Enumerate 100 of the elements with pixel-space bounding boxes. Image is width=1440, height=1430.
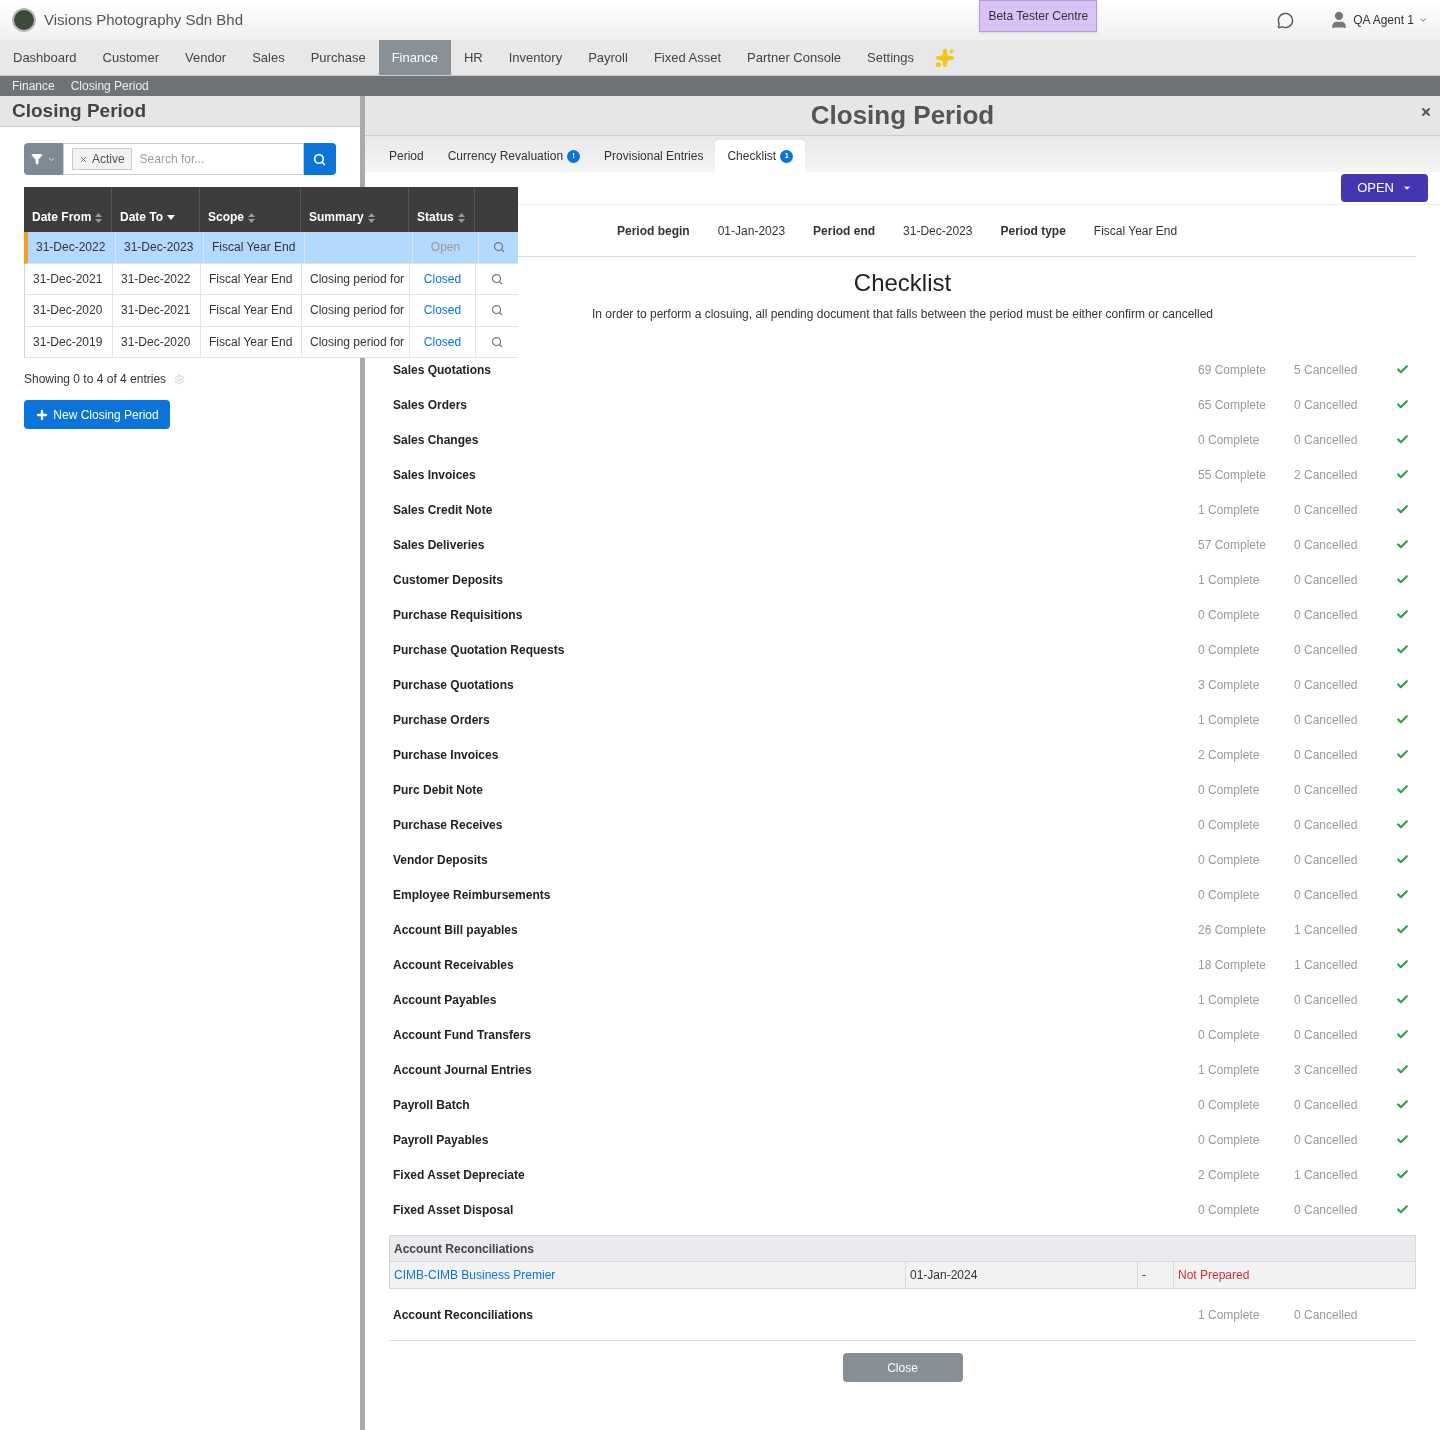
nav-tab[interactable]: Fixed Asset [640,40,735,75]
checklist-item-name: Purchase Orders [393,711,491,729]
nav-tab[interactable]: HR [450,40,496,75]
tab[interactable]: Checklist 1 [715,140,806,172]
chat-icon[interactable] [1277,11,1295,29]
complete-count: 0 Complete [1198,781,1261,799]
cancelled-count: 0 Cancelled [1294,606,1359,624]
checklist-item-name: Purchase Requisitions [393,606,524,624]
filter-chip[interactable]: Active [71,148,132,170]
search-field[interactable]: Active Search for... [62,143,304,175]
complete-count: 3 Complete [1198,676,1261,694]
complete-count: 69 Complete [1198,361,1268,379]
table-cell-text: Closing period for [310,302,405,320]
table-cell-text: Closing period for [310,270,405,288]
account-link[interactable]: CIMB-CIMB Business Premier [394,1266,556,1284]
tab[interactable]: Provisional Entries [592,140,716,172]
remove-icon[interactable] [78,154,88,164]
caret-icon [1402,183,1412,193]
table-cell-text: 31-Dec-2021 [33,270,103,288]
nav-tab[interactable]: Vendor [171,40,240,75]
page-title: Closing Period [0,96,360,127]
checklist-item-name: Purc Debit Note [393,781,484,799]
view-icon[interactable] [491,304,503,317]
cancelled-count: 0 Cancelled [1294,1096,1359,1114]
table-cell-text: 31-Dec-2022 [121,270,191,288]
nav-tab[interactable]: Dashboard [0,40,90,75]
cancelled-count: 1 Cancelled [1294,956,1359,974]
checklist-item-name: Purchase Invoices [393,746,500,764]
checklist-item-name: Purchase Quotation Requests [393,641,566,659]
cancelled-count: 0 Cancelled [1294,396,1359,414]
complete-count: 18 Complete [1198,956,1268,974]
checklist-item-name: Sales Quotations [393,361,493,379]
checklist-item-name: Payroll Payables [393,1131,490,1149]
search-button[interactable] [303,143,336,175]
beta-tester-button[interactable]: Beta Tester Centre [979,0,1098,32]
checklist-item-name: Vendor Deposits [393,851,489,869]
close-icon[interactable] [1420,106,1432,118]
checklist-item-name: Purchase Quotations [393,676,515,694]
period-label: Period begin [617,222,690,240]
new-closing-period-button[interactable]: New Closing Period [24,400,170,429]
complete-count: 1 Complete [1198,1306,1261,1324]
complete-count: 1 Complete [1198,571,1261,589]
complete-count: 0 Complete [1198,1026,1261,1044]
cancelled-count: 0 Cancelled [1294,501,1359,519]
table-cell-text: 31-Dec-2023 [124,239,194,257]
user-name[interactable]: QA Agent 1 [1353,11,1414,29]
checklist-item-name: Sales Orders [393,396,469,414]
cancelled-count: 0 Cancelled [1294,1131,1359,1149]
period-value: Fiscal Year End [1093,222,1178,240]
checklist-item-name: Account Fund Transfers [393,1026,533,1044]
status-text: Closed [423,302,462,320]
checklist-item-name: Sales Credit Note [393,501,494,519]
nav-tab[interactable]: Purchase [297,40,379,75]
period-label: Period type [1000,222,1066,240]
nav-tab[interactable]: Customer [89,40,172,75]
company-logo[interactable] [12,8,36,32]
breadcrumb-link[interactable]: Finance [12,77,55,95]
nav-tab[interactable]: Inventory [495,40,576,75]
checklist-item-name: Sales Deliveries [393,536,486,554]
view-icon[interactable] [492,241,505,254]
table-cell-text: 31-Dec-2020 [121,333,191,351]
caret-icon[interactable] [1418,15,1428,25]
table-row[interactable]: 31-Dec-2020 31-Dec-2021 Fiscal Year End Closing period for Closed [24,295,518,327]
view-icon[interactable] [491,272,503,285]
checklist-item-name: Sales Invoices [393,466,477,484]
table-row[interactable]: 31-Dec-2019 31-Dec-2020 Fiscal Year End Closing period for Closed [24,326,518,358]
complete-count: 0 Complete [1198,606,1261,624]
table-row[interactable]: 31-Dec-2021 31-Dec-2022 Fiscal Year End Closing period for Closed [24,263,518,295]
table-cell-text: 31-Dec-2021 [121,302,191,320]
cancelled-count: 0 Cancelled [1294,746,1359,764]
cancelled-count: 2 Cancelled [1294,466,1359,484]
nav-tab[interactable]: Partner Console [734,40,855,75]
cancelled-count: 0 Cancelled [1294,886,1359,904]
breadcrumb-link[interactable]: Closing Period [70,77,149,95]
tab[interactable]: Currency Revaluation ! [435,140,593,172]
checklist-item-name: Employee Reimbursements [393,886,552,904]
table-row[interactable]: 31-Dec-2022 31-Dec-2023 Fiscal Year End Open [24,232,518,264]
table-cell-text: Fiscal Year End [209,270,293,288]
nav-tab[interactable]: Sales [239,40,298,75]
complete-count: 55 Complete [1198,466,1268,484]
table-title: Account Reconciliations [390,1236,1415,1262]
cancelled-count: 3 Cancelled [1294,1061,1359,1079]
complete-count: 0 Complete [1198,1201,1261,1219]
view-icon[interactable] [491,335,503,348]
checklist-item-name: Fixed Asset Disposal [393,1201,515,1219]
complete-count: 2 Complete [1198,1166,1261,1184]
nav-tab[interactable]: Settings [854,40,928,75]
cancelled-count: 0 Cancelled [1294,851,1359,869]
cancelled-count: 0 Cancelled [1294,571,1359,589]
status-dropdown-button[interactable]: OPEN [1341,174,1428,202]
nav-tab[interactable]: Payroll [575,40,641,75]
cancelled-count: 0 Cancelled [1294,676,1359,694]
cancelled-count: 0 Cancelled [1294,431,1359,449]
checklist-item-name: Sales Changes [393,431,480,449]
status-text: Closed [423,333,462,351]
cancelled-count: 0 Cancelled [1294,1306,1359,1324]
tab[interactable]: Period [377,140,436,172]
filter-button[interactable] [24,143,63,175]
checklist-item-name: Payroll Batch [393,1096,471,1114]
cancelled-count: 0 Cancelled [1294,781,1359,799]
